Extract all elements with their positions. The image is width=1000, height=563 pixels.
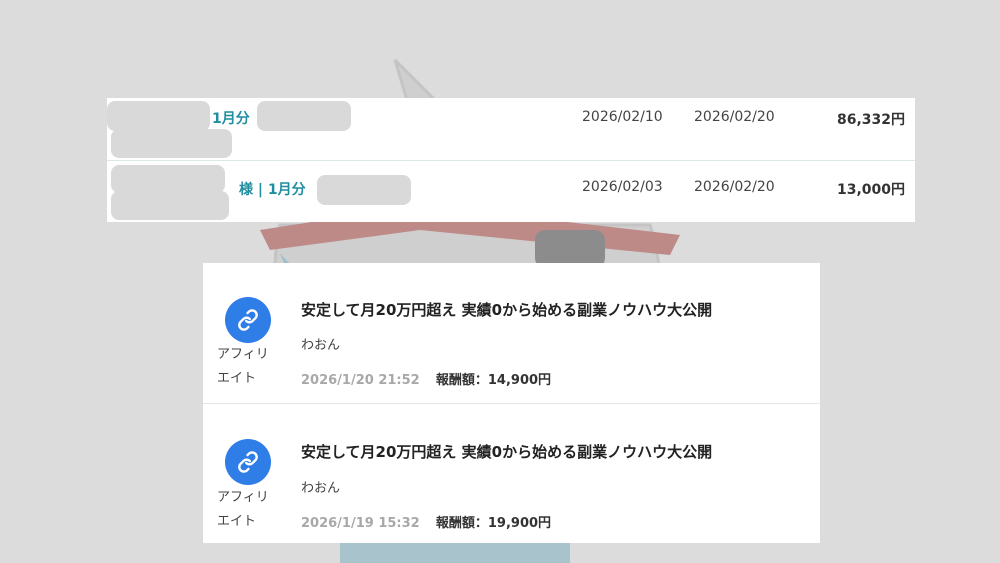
affiliate-title[interactable]: 安定して月20万円超え 実績0から始める副業ノウハウ大公開 xyxy=(301,441,712,462)
affiliate-reward: 報酬額：19,900円 xyxy=(435,516,552,531)
payment-row[interactable]: 1月分 2026/02/10 2026/02/20 86,332円 xyxy=(107,98,915,161)
affiliate-type-label: アフィリエイト xyxy=(217,490,269,529)
affiliate-title[interactable]: 安定して月20万円超え 実績0から始める副業ノウハウ大公開 xyxy=(301,299,712,320)
affiliate-user: わおん xyxy=(301,481,341,496)
affiliate-timestamp: 2026/1/20 21:52 xyxy=(301,373,420,388)
link-icon xyxy=(225,297,271,343)
affiliate-user: わおん xyxy=(301,338,341,353)
affiliate-timestamp: 2026/1/19 15:32 xyxy=(301,516,420,531)
payment-amount: 13,000円 xyxy=(836,182,905,198)
payment-label[interactable]: 1月分 xyxy=(212,108,250,128)
affiliate-item[interactable]: アフィリエイト 安定して月20万円超え 実績0から始める副業ノウハウ大公開 わお… xyxy=(203,263,820,404)
payment-date: 2026/02/03 xyxy=(582,179,663,195)
affiliate-type-label: アフィリエイト xyxy=(217,347,269,386)
payment-due-date: 2026/02/20 xyxy=(694,179,775,195)
redacted-block xyxy=(107,101,210,131)
affiliate-reward-list: アフィリエイト 安定して月20万円超え 実績0から始める副業ノウハウ大公開 わお… xyxy=(203,263,820,543)
payment-due-date: 2026/02/20 xyxy=(694,109,775,125)
payment-row[interactable]: 様 | 1月分 2026/02/03 2026/02/20 13,000円 xyxy=(107,161,915,222)
payment-label[interactable]: 様 | 1月分 xyxy=(239,179,306,199)
payment-date: 2026/02/10 xyxy=(582,109,663,125)
affiliate-item[interactable]: アフィリエイト 安定して月20万円超え 実績0から始める副業ノウハウ大公開 わお… xyxy=(203,404,820,543)
affiliate-meta: 2026/1/19 15:32 報酬額：19,900円 xyxy=(301,512,551,531)
payment-table: 1月分 2026/02/10 2026/02/20 86,332円 様 | 1月… xyxy=(107,98,915,222)
redacted-block xyxy=(111,191,229,220)
redacted-block xyxy=(257,101,351,131)
affiliate-meta: 2026/1/20 21:52 報酬額：14,900円 xyxy=(301,369,551,388)
affiliate-reward: 報酬額：14,900円 xyxy=(435,373,552,388)
redacted-block xyxy=(317,175,411,205)
redacted-block xyxy=(111,129,232,158)
link-icon xyxy=(225,439,271,485)
redacted-block xyxy=(111,165,225,193)
payment-amount: 86,332円 xyxy=(836,112,905,128)
